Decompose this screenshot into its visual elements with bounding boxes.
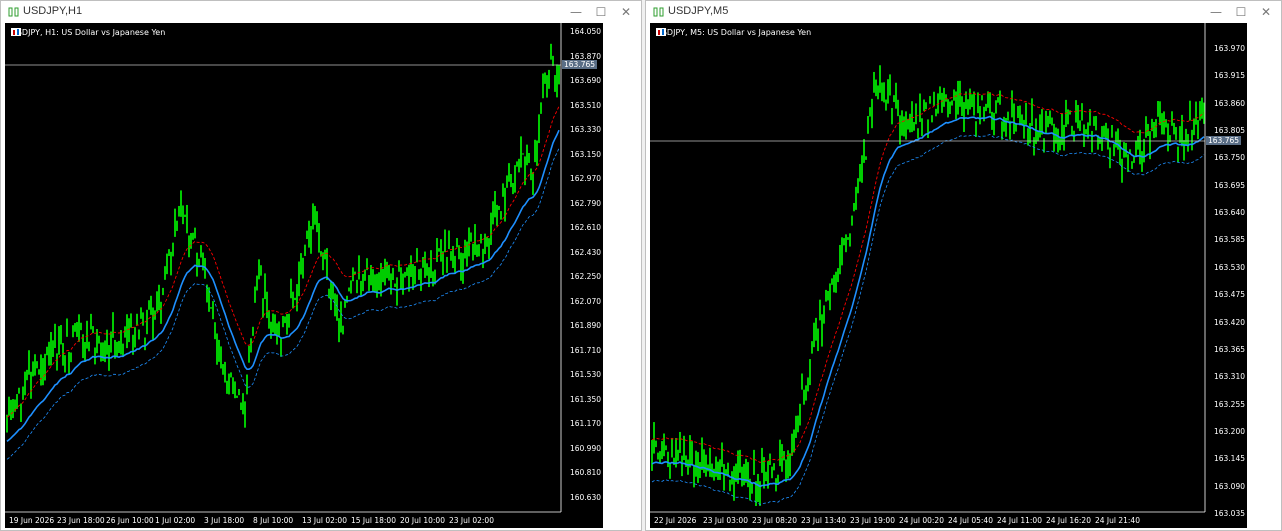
time-tick-label: 23 Jul 02:00: [449, 516, 494, 525]
price-tick-label: 160.810: [569, 468, 601, 477]
chart-symbol-label: USDJPY, M5: US Dollar vs Japanese Yen: [656, 28, 811, 37]
time-tick-label: 15 Jul 18:00: [351, 516, 396, 525]
moving-average-line: [651, 115, 1205, 488]
chart-window-h1[interactable]: USDJPY,H1 — ☐ ✕ USDJPY, H1: US Dollar vs…: [0, 0, 642, 531]
time-tick-label: 23 Jun 18:00: [57, 516, 105, 525]
chart-description: USDJPY, H1: US Dollar vs Japanese Yen: [11, 28, 166, 37]
time-tick-label: 8 Jul 10:00: [253, 516, 294, 525]
price-tick-label: 163.970: [1213, 44, 1245, 53]
price-tick-label: 163.255: [1213, 399, 1245, 409]
time-tick-label: 24 Jul 05:40: [948, 516, 993, 525]
chart-plot[interactable]: [650, 23, 1247, 528]
price-tick-label: 163.475: [1213, 290, 1245, 300]
price-tick-label: 163.805: [1213, 126, 1245, 136]
chart-description: USDJPY, M5: US Dollar vs Japanese Yen: [656, 28, 812, 37]
time-tick-label: 26 Jun 10:00: [106, 516, 154, 525]
price-tick-label: 162.610: [569, 223, 601, 232]
upper-band-line: [6, 106, 560, 418]
chart-symbol-label: USDJPY, H1: US Dollar vs Japanese Yen: [11, 28, 165, 37]
title-bar[interactable]: USDJPY,H1 — ☐ ✕: [1, 1, 641, 23]
indicator-icon: [656, 28, 666, 36]
price-tick-label: 163.420: [1213, 317, 1245, 327]
current-price-badge: 163.765: [562, 60, 598, 69]
window-title: USDJPY,M5: [668, 5, 729, 17]
moving-average-line: [6, 129, 560, 442]
price-tick-label: 162.250: [569, 272, 601, 281]
chart-window-icon: [653, 7, 664, 17]
price-tick-label: 163.695: [1213, 180, 1245, 190]
maximize-button[interactable]: ☐: [1228, 3, 1254, 21]
price-tick-label: 163.310: [1213, 372, 1245, 382]
title-bar[interactable]: USDJPY,M5 — ☐ ✕: [646, 1, 1281, 23]
price-tick-label: 161.710: [569, 345, 601, 355]
time-tick-label: 24 Jul 00:20: [899, 516, 944, 525]
close-button[interactable]: ✕: [1253, 3, 1279, 21]
time-tick-label: 19 Jun 2026: [9, 516, 55, 525]
price-tick-label: 162.970: [569, 174, 601, 183]
price-tick-label: 161.530: [569, 370, 601, 379]
price-tick-label: 163.365: [1213, 344, 1245, 354]
time-tick-label: 24 Jul 16:20: [1046, 516, 1091, 525]
minimize-button[interactable]: —: [1203, 3, 1229, 21]
time-tick-label: 20 Jul 10:00: [400, 516, 445, 525]
price-tick-label: 162.430: [569, 247, 601, 257]
chart-window-icon: [8, 7, 19, 17]
time-tick-label: 1 Jul 02:00: [155, 516, 196, 525]
time-tick-label: 3 Jul 18:00: [204, 516, 245, 525]
minimize-button[interactable]: —: [563, 3, 589, 21]
time-tick-label: 23 Jul 08:20: [752, 516, 797, 525]
price-tick-label: 163.585: [1213, 235, 1245, 245]
price-tick-label: 163.690: [569, 76, 601, 85]
price-tick-label: 161.170: [569, 419, 601, 428]
price-tick-label: 163.510: [569, 100, 601, 110]
price-tick-label: 162.070: [569, 296, 601, 306]
time-tick-label: 23 Jul 03:00: [703, 516, 748, 525]
window-title: USDJPY,H1: [23, 5, 83, 17]
lower-band-line: [651, 134, 1205, 505]
price-chart[interactable]: USDJPY, H1: US Dollar vs Japanese Yen 16…: [5, 23, 603, 528]
price-tick-label: 161.350: [569, 394, 601, 404]
price-tick-label: 163.860: [1213, 98, 1245, 108]
indicator-icon: [11, 28, 21, 36]
price-tick-label: 163.200: [1213, 426, 1245, 436]
price-tick-label: 164.050: [569, 27, 601, 36]
price-tick-label: 163.915: [1213, 71, 1245, 81]
price-tick-label: 162.790: [569, 198, 601, 208]
price-tick-label: 163.750: [1213, 153, 1245, 163]
time-tick-label: 24 Jul 21:40: [1095, 516, 1140, 525]
price-tick-label: 163.035: [1213, 508, 1245, 518]
time-tick-label: 24 Jul 11:00: [997, 516, 1042, 525]
maximize-button[interactable]: ☐: [588, 3, 614, 21]
time-tick-label: 13 Jul 02:00: [302, 516, 347, 525]
time-tick-label: 23 Jul 19:00: [850, 516, 895, 525]
time-tick-label: 23 Jul 13:40: [801, 516, 846, 525]
current-price-badge: 163.765: [1206, 136, 1242, 145]
price-tick-label: 163.150: [569, 149, 601, 159]
price-tick-label: 163.530: [1213, 262, 1245, 272]
price-tick-label: 163.090: [1213, 481, 1245, 491]
time-tick-label: 22 Jul 2026: [654, 516, 697, 525]
price-chart[interactable]: USDJPY, M5: US Dollar vs Japanese Yen 16…: [650, 23, 1247, 528]
close-button[interactable]: ✕: [613, 3, 639, 21]
price-tick-label: 163.330: [569, 125, 601, 134]
price-tick-label: 163.145: [1213, 454, 1245, 464]
chart-window-m5[interactable]: USDJPY,M5 — ☐ ✕ USDJPY, M5: US Dollar vs…: [645, 0, 1282, 531]
price-tick-label: 160.990: [569, 443, 601, 453]
chart-plot[interactable]: [5, 23, 603, 528]
price-tick-label: 163.640: [1213, 208, 1245, 218]
price-tick-label: 161.890: [569, 321, 601, 330]
price-tick-label: 160.630: [569, 492, 601, 502]
lower-band-line: [6, 148, 560, 460]
